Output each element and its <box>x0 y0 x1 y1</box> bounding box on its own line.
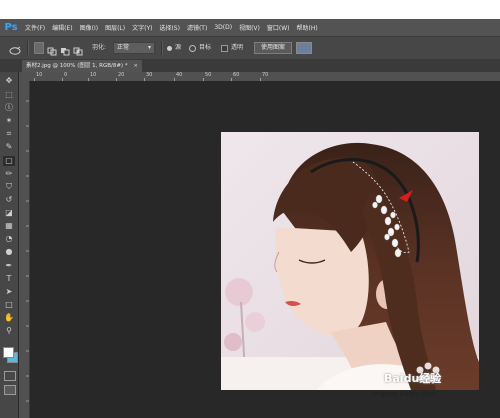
menu-bar: Ps 文件(F) 编辑(E) 图像(I) 图层(L) 文字(Y) 选择(S) 滤… <box>0 19 500 36</box>
add-selection-icon[interactable] <box>47 42 57 56</box>
ruler-tick-label: 70 <box>262 72 269 78</box>
separator <box>27 41 29 55</box>
document-image[interactable] <box>221 132 479 390</box>
hand-icon[interactable]: ✋ <box>3 313 15 323</box>
patch-tool-preset-icon[interactable] <box>8 42 22 55</box>
eraser-icon[interactable]: ◪ <box>3 208 15 218</box>
transparent-checkbox[interactable] <box>221 45 228 52</box>
tools-panel: ✥ ⬚ ⓛ ✶ ⌗ ✎ ▢ ✏ ⛉ ↺ ◪ ▦ ◔ ● ✒ T ➤ □ ✋ ⚲ <box>0 72 19 418</box>
menu-layer[interactable]: 图层(L) <box>105 23 125 32</box>
eyedropper-icon[interactable]: ✎ <box>3 142 15 152</box>
menu-select[interactable]: 选择(S) <box>159 23 180 32</box>
transparent-label: 透明 <box>231 44 244 51</box>
pattern-swatch[interactable] <box>296 42 312 54</box>
ps-logo: Ps <box>4 22 18 33</box>
use-pattern-button[interactable]: 使用图案 <box>254 42 292 54</box>
pen-icon[interactable]: ✒ <box>3 261 15 271</box>
baidu-watermark: Baidu经验 jingyan.baidu.com <box>358 360 493 404</box>
path-selection-icon[interactable]: ➤ <box>3 287 15 297</box>
zoom-icon[interactable]: ⚲ <box>3 326 15 336</box>
source-radio[interactable] <box>167 46 172 51</box>
document-tab-row: 素材2.jpg @ 100% (图层 1, RGB/8#) * × <box>0 59 500 73</box>
menu-edit[interactable]: 编辑(E) <box>52 23 72 32</box>
menu-window[interactable]: 窗口(W) <box>267 23 290 32</box>
foreground-color-swatch[interactable] <box>3 347 14 358</box>
screen-mode-icon[interactable] <box>4 385 16 395</box>
ruler-corner <box>19 72 30 81</box>
menu-3d[interactable]: 3D(D) <box>214 24 232 31</box>
options-bar: 羽化: 正常 ▾ 源 目标 透明 使用图案 <box>0 36 500 60</box>
ruler-tick-label: 30 <box>146 72 153 78</box>
ruler-tick-label: 40 <box>176 72 183 78</box>
lasso-icon[interactable]: ⓛ <box>3 103 15 113</box>
menu-filter[interactable]: 滤镜(T) <box>187 23 207 32</box>
watermark-brand: Baidu经验 <box>384 372 442 385</box>
separator <box>161 41 163 55</box>
shape-icon[interactable]: □ <box>3 300 15 310</box>
source-label: 源 <box>175 44 182 51</box>
menu-image[interactable]: 图像(I) <box>80 23 98 32</box>
magic-wand-icon[interactable]: ✶ <box>3 116 15 126</box>
vertical-ruler <box>19 81 30 418</box>
brush-icon[interactable]: ✏ <box>3 169 15 179</box>
document-title: 素材2.jpg @ 100% (图层 1, RGB/8#) * <box>26 63 128 69</box>
new-selection-icon[interactable] <box>34 42 44 54</box>
ruler-tick-label: 60 <box>233 72 240 78</box>
menu-type[interactable]: 文字(Y) <box>132 23 152 32</box>
dodge-icon[interactable]: ● <box>3 247 15 257</box>
gradient-icon[interactable]: ▦ <box>3 221 15 231</box>
ruler-tick-label: 10 <box>90 72 97 78</box>
marquee-icon[interactable]: ⬚ <box>3 90 15 100</box>
target-radio[interactable] <box>189 45 196 52</box>
move-icon[interactable]: ✥ <box>3 76 15 86</box>
ruler-tick-label: 50 <box>205 72 212 78</box>
watermark-url: jingyan.baidu.com <box>372 390 437 398</box>
ruler-tick-label: 0 <box>64 72 68 78</box>
menu-view[interactable]: 视图(V) <box>239 23 260 32</box>
blur-icon[interactable]: ◔ <box>3 234 15 244</box>
intersect-selection-icon[interactable] <box>73 42 83 56</box>
ruler-tick-label: 20 <box>118 72 125 78</box>
menu-file[interactable]: 文件(F) <box>25 23 45 32</box>
type-icon[interactable]: T <box>3 274 15 284</box>
ruler-tick-label: 10 <box>36 72 43 78</box>
mode-select-value: 正常 <box>117 44 130 51</box>
chevron-down-icon: ▾ <box>147 44 151 51</box>
subtract-selection-icon[interactable] <box>60 42 70 56</box>
quick-mask-icon[interactable] <box>4 371 16 381</box>
close-tab-icon[interactable]: × <box>133 63 138 69</box>
document-tab[interactable]: 素材2.jpg @ 100% (图层 1, RGB/8#) * × <box>22 60 142 72</box>
crop-icon[interactable]: ⌗ <box>3 129 15 139</box>
mode-select[interactable]: 正常 ▾ <box>113 42 155 54</box>
feather-label: 羽化: <box>92 44 107 51</box>
target-label: 目标 <box>199 44 212 51</box>
history-brush-icon[interactable]: ↺ <box>3 195 15 205</box>
menu-help[interactable]: 帮助(H) <box>297 23 318 32</box>
clone-stamp-icon[interactable]: ⛉ <box>3 182 15 192</box>
patch-icon[interactable]: ▢ <box>3 156 15 166</box>
